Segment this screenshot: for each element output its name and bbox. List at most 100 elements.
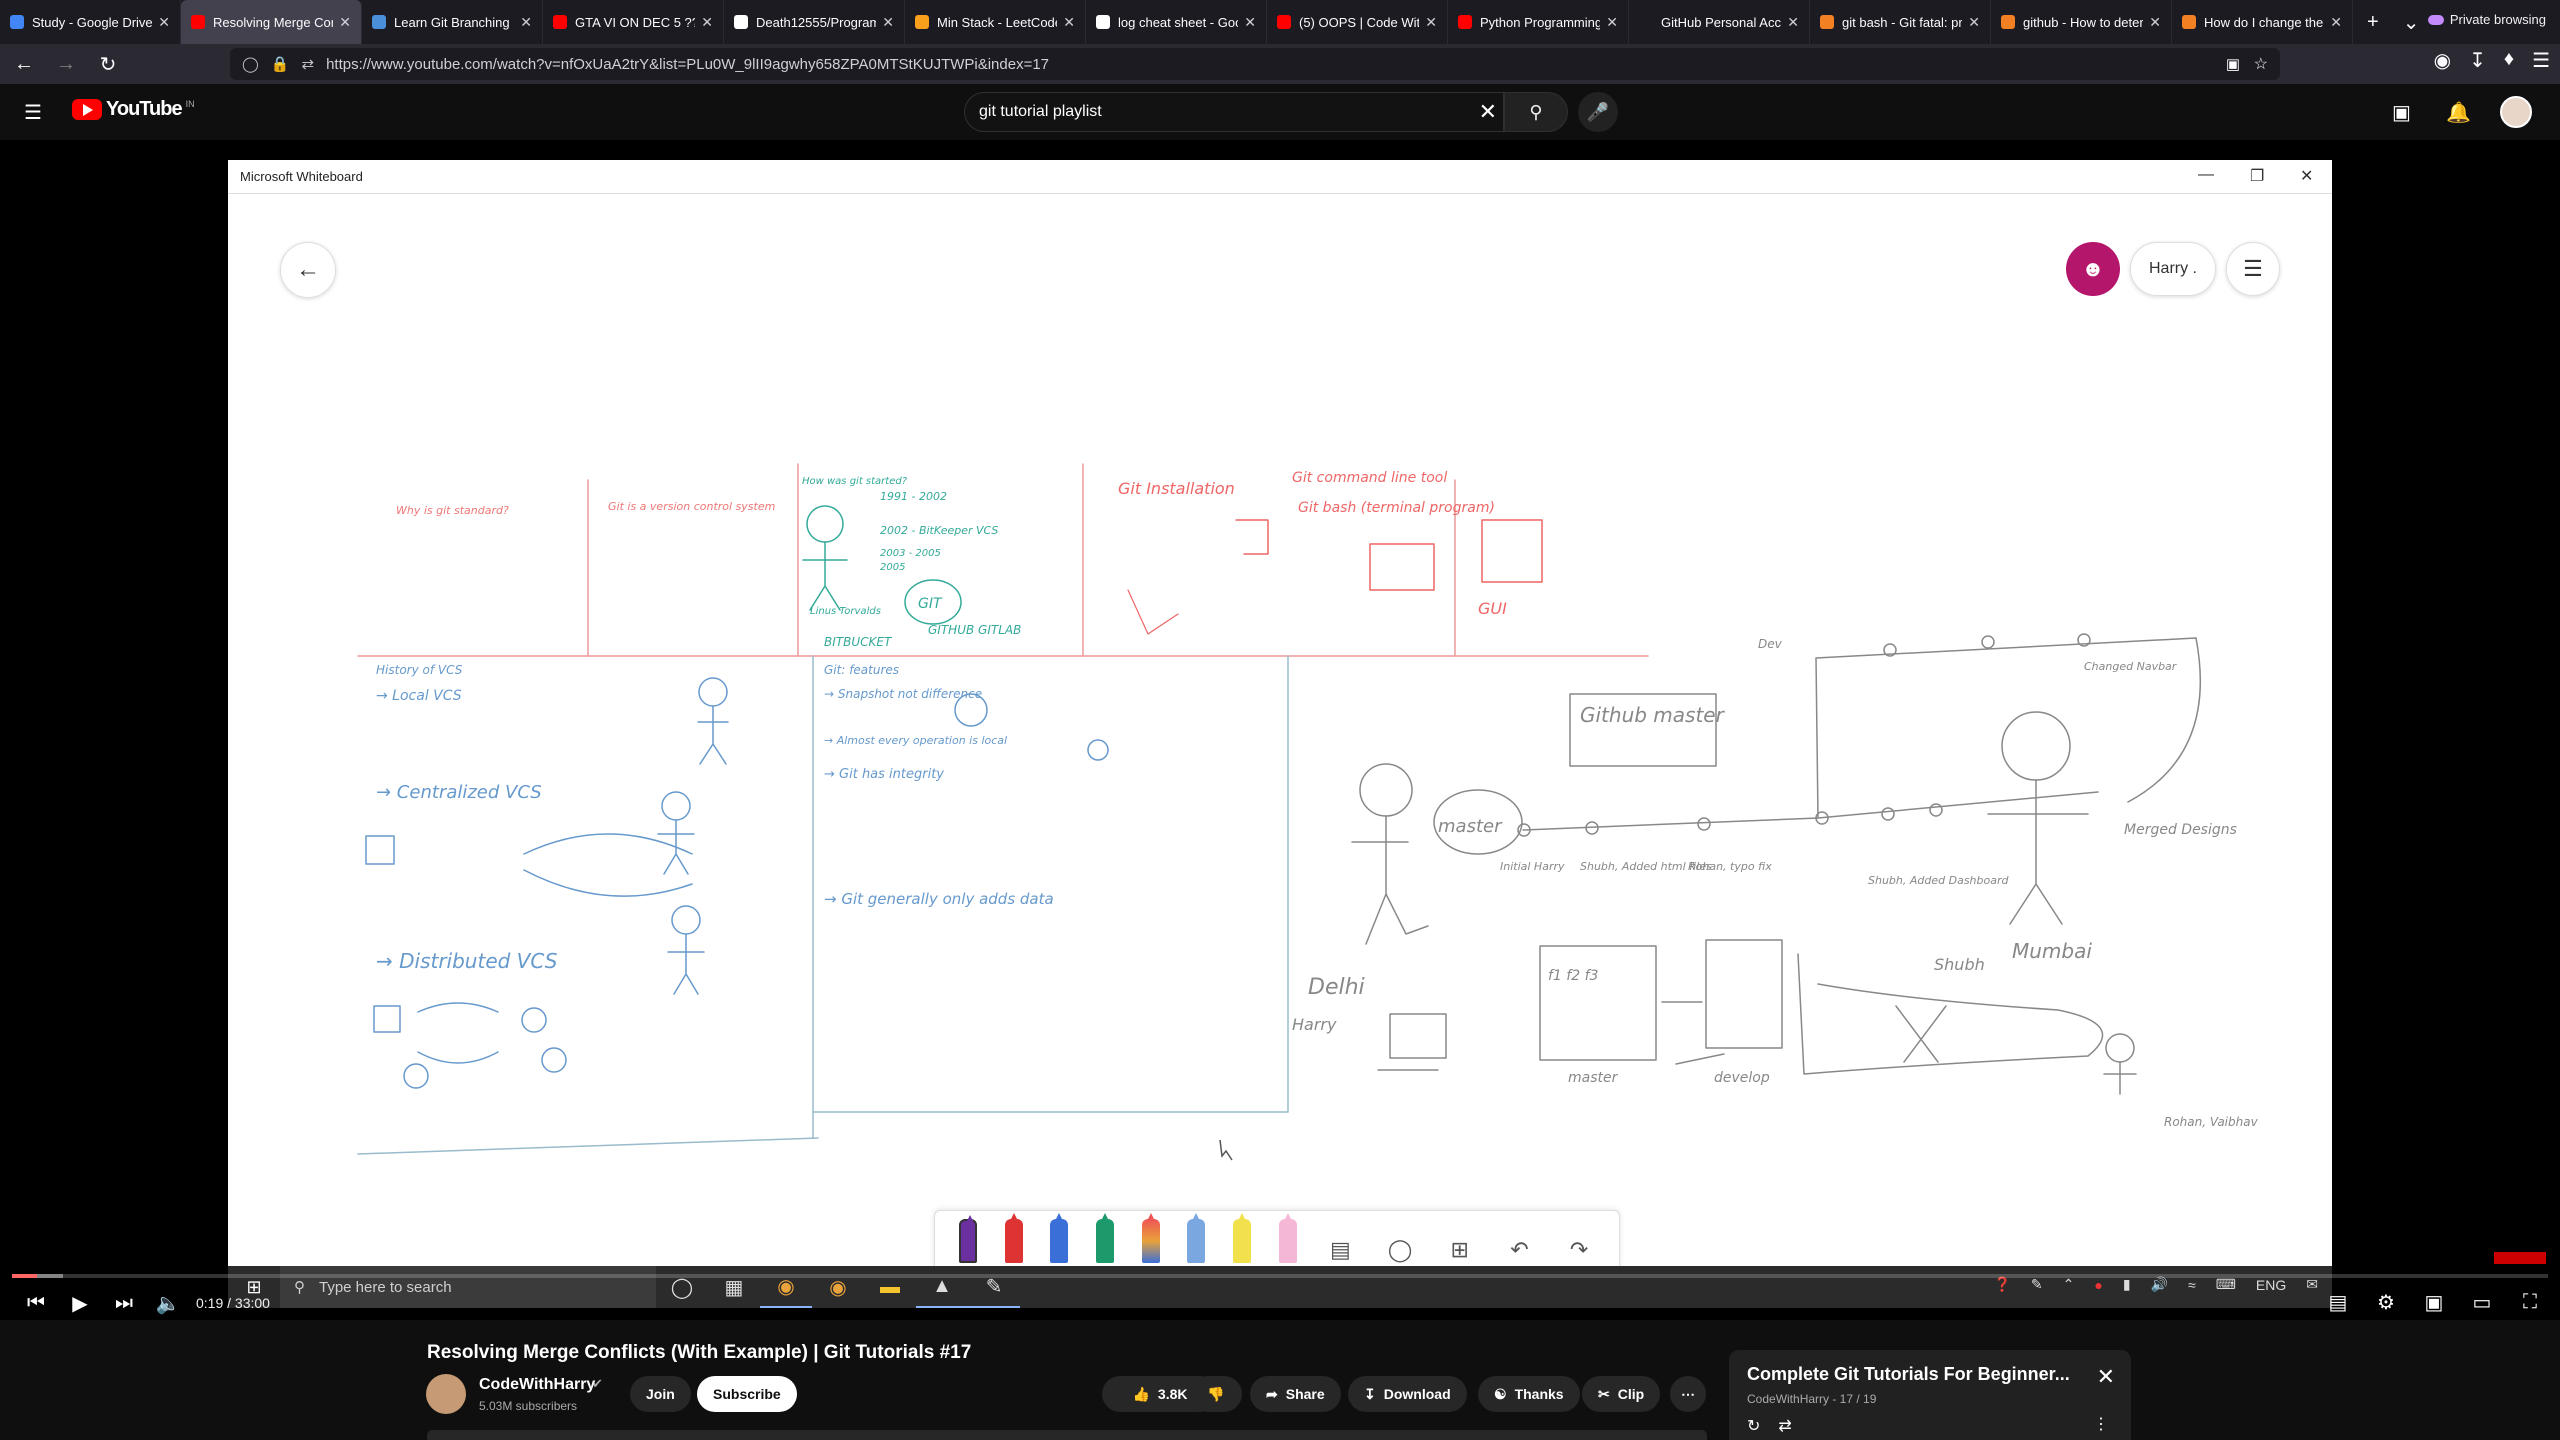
- tab-label[interactable]: GitHub Personal Access To: [1661, 15, 1781, 30]
- clip-button[interactable]: ✂ Clip: [1582, 1376, 1661, 1412]
- theater-mode-icon[interactable]: ▭: [2460, 1280, 2504, 1324]
- app-menu-icon[interactable]: ☰: [2532, 48, 2550, 73]
- tab-close-icon[interactable]: ✕: [520, 14, 532, 31]
- create-video-icon[interactable]: ▣: [2392, 100, 2411, 125]
- lasso-icon: ◯: [1387, 1237, 1413, 1262]
- tab-label[interactable]: GTA VI ON DEC 5 ??: [575, 15, 695, 30]
- browser-tab[interactable]: GTA VI ON DEC 5 ?? ✕: [543, 0, 724, 44]
- volume-icon[interactable]: 🔈: [146, 1281, 190, 1325]
- tab-label[interactable]: Death12555/Programm: [756, 15, 876, 30]
- next-icon[interactable]: ⏭: [102, 1281, 146, 1325]
- list-all-tabs-button[interactable]: ⌄: [2403, 10, 2420, 35]
- tab-close-icon[interactable]: ✕: [1968, 14, 1980, 31]
- whiteboard-title-bar: Microsoft Whiteboard: [228, 160, 2332, 194]
- lock-icon[interactable]: 🔒: [271, 55, 290, 73]
- url-text[interactable]: https://www.youtube.com/watch?v=nfOxUaA2…: [326, 56, 1049, 73]
- join-button[interactable]: Join: [630, 1376, 691, 1412]
- tab-close-icon[interactable]: ✕: [2330, 14, 2342, 31]
- shuffle-icon[interactable]: ⇄: [1778, 1416, 1791, 1436]
- subscribe-watermark[interactable]: [2494, 1252, 2546, 1264]
- url-bar[interactable]: ◯ 🔒 ⇄ https://www.youtube.com/watch?v=nf…: [230, 48, 2280, 80]
- tab-label[interactable]: How do I change the UI: [2204, 15, 2324, 30]
- play-icon[interactable]: ▶: [58, 1281, 102, 1325]
- browser-tab[interactable]: GitHub Personal Access To ✕: [1629, 0, 1810, 44]
- browser-tab[interactable]: git bash - Git fatal: prot ✕: [1810, 0, 1991, 44]
- tab-close-icon[interactable]: ✕: [701, 14, 713, 31]
- tab-label[interactable]: github - How to determ: [2023, 15, 2143, 30]
- bookmark-star-icon[interactable]: ☆: [2254, 54, 2268, 74]
- browser-tab[interactable]: How do I change the UI ✕: [2172, 0, 2353, 44]
- dislike-button[interactable]: 👎: [1190, 1376, 1242, 1412]
- tab-label[interactable]: Learn Git Branching: [394, 15, 514, 30]
- back-arrow-icon[interactable]: ←: [6, 46, 42, 82]
- reload-icon[interactable]: ↻: [90, 46, 126, 82]
- reader-view-icon[interactable]: ▣: [2226, 55, 2240, 73]
- browser-tab[interactable]: Study - Google Drive ✕: [0, 0, 181, 44]
- ruler-icon: ▤: [1329, 1237, 1351, 1262]
- tab-close-icon[interactable]: ✕: [1606, 14, 1618, 31]
- tab-label[interactable]: log cheat sheet - Googl: [1118, 15, 1238, 30]
- channel-name[interactable]: CodeWithHarry: [479, 1376, 595, 1394]
- tab-close-icon[interactable]: ✕: [2149, 14, 2161, 31]
- subscribe-button[interactable]: Subscribe: [697, 1376, 797, 1412]
- tab-close-icon[interactable]: ✕: [1425, 14, 1437, 31]
- pocket-icon[interactable]: ◉: [2434, 48, 2451, 73]
- playlist-tools: ↻ ⇄: [1747, 1416, 1792, 1436]
- tab-close-icon[interactable]: ✕: [1063, 14, 1075, 31]
- tab-close-icon[interactable]: ✕: [882, 14, 894, 31]
- playlist-title[interactable]: Complete Git Tutorials For Beginner...: [1747, 1364, 2070, 1385]
- tab-label[interactable]: (5) OOPS | Code With H: [1299, 15, 1419, 30]
- loop-icon[interactable]: ↻: [1747, 1416, 1760, 1436]
- progress-bar[interactable]: [12, 1274, 2548, 1278]
- clear-search-icon[interactable]: ✕: [1479, 99, 1497, 125]
- shield-icon[interactable]: ◯: [242, 55, 259, 73]
- browser-tab[interactable]: Resolving Merge Confli ✕: [181, 0, 362, 44]
- permissions-icon[interactable]: ⇄: [301, 55, 314, 73]
- tab-label[interactable]: Resolving Merge Confli: [213, 15, 333, 30]
- hamburger-menu-icon[interactable]: ☰: [24, 100, 42, 125]
- tab-label[interactable]: Python Programming T: [1480, 15, 1600, 30]
- tab-label[interactable]: git bash - Git fatal: prot: [1842, 15, 1962, 30]
- playlist-more-icon[interactable]: ⋮: [2093, 1414, 2109, 1434]
- search-input[interactable]: git tutorial playlist ✕: [964, 92, 1504, 132]
- description-box[interactable]: [427, 1430, 1707, 1440]
- subtitles-icon[interactable]: ▤: [2316, 1280, 2360, 1324]
- thanks-button[interactable]: ☯ Thanks: [1478, 1376, 1580, 1412]
- tab-label[interactable]: Min Stack - LeetCode: [937, 15, 1057, 30]
- youtube-logo[interactable]: YouTube IN: [72, 98, 195, 121]
- tab-close-icon[interactable]: ✕: [158, 14, 170, 31]
- search-query[interactable]: git tutorial playlist: [979, 103, 1102, 121]
- sketch-text-git-is: Git is a version control system: [608, 500, 775, 513]
- tab-close-icon[interactable]: ✕: [1244, 14, 1256, 31]
- miniplayer-icon[interactable]: ▣: [2412, 1280, 2456, 1324]
- tab-close-icon[interactable]: ✕: [1787, 14, 1799, 31]
- browser-tab[interactable]: Learn Git Branching ✕: [362, 0, 543, 44]
- share-button[interactable]: ➦ Share: [1250, 1376, 1341, 1412]
- minimize-icon: —: [2198, 166, 2214, 183]
- pen-red-icon: [1004, 1213, 1023, 1263]
- playlist-close-icon[interactable]: ✕: [2097, 1364, 2115, 1390]
- channel-avatar[interactable]: [426, 1374, 466, 1414]
- tab-close-icon[interactable]: ✕: [339, 14, 351, 31]
- extensions-icon[interactable]: ♦: [2504, 48, 2514, 73]
- new-tab-button[interactable]: +: [2367, 11, 2379, 34]
- settings-gear-icon[interactable]: ⚙: [2364, 1280, 2408, 1324]
- browser-tab[interactable]: Death12555/Programm ✕: [724, 0, 905, 44]
- search-button[interactable]: ⚲: [1504, 92, 1568, 132]
- browser-tab[interactable]: Python Programming T ✕: [1448, 0, 1629, 44]
- downloads-icon[interactable]: ↧: [2469, 48, 2486, 73]
- voice-search-button[interactable]: 🎤: [1578, 92, 1618, 132]
- notifications-bell-icon[interactable]: 🔔: [2446, 100, 2471, 125]
- browser-tab[interactable]: (5) OOPS | Code With H ✕: [1267, 0, 1448, 44]
- account-avatar[interactable]: [2500, 96, 2532, 128]
- browser-tab[interactable]: github - How to determ ✕: [1991, 0, 2172, 44]
- tab-label[interactable]: Study - Google Drive: [32, 15, 152, 30]
- forward-arrow-icon[interactable]: →: [48, 46, 84, 82]
- previous-icon[interactable]: ⏮: [14, 1281, 58, 1325]
- fullscreen-icon[interactable]: ⛶: [2508, 1280, 2552, 1324]
- download-button[interactable]: ↧ Download: [1348, 1376, 1467, 1412]
- more-actions-button[interactable]: ⋯: [1670, 1376, 1706, 1412]
- browser-tab[interactable]: Min Stack - LeetCode ✕: [905, 0, 1086, 44]
- browser-tab[interactable]: log cheat sheet - Googl ✕: [1086, 0, 1267, 44]
- mouse-cursor-icon: [1219, 1139, 1233, 1161]
